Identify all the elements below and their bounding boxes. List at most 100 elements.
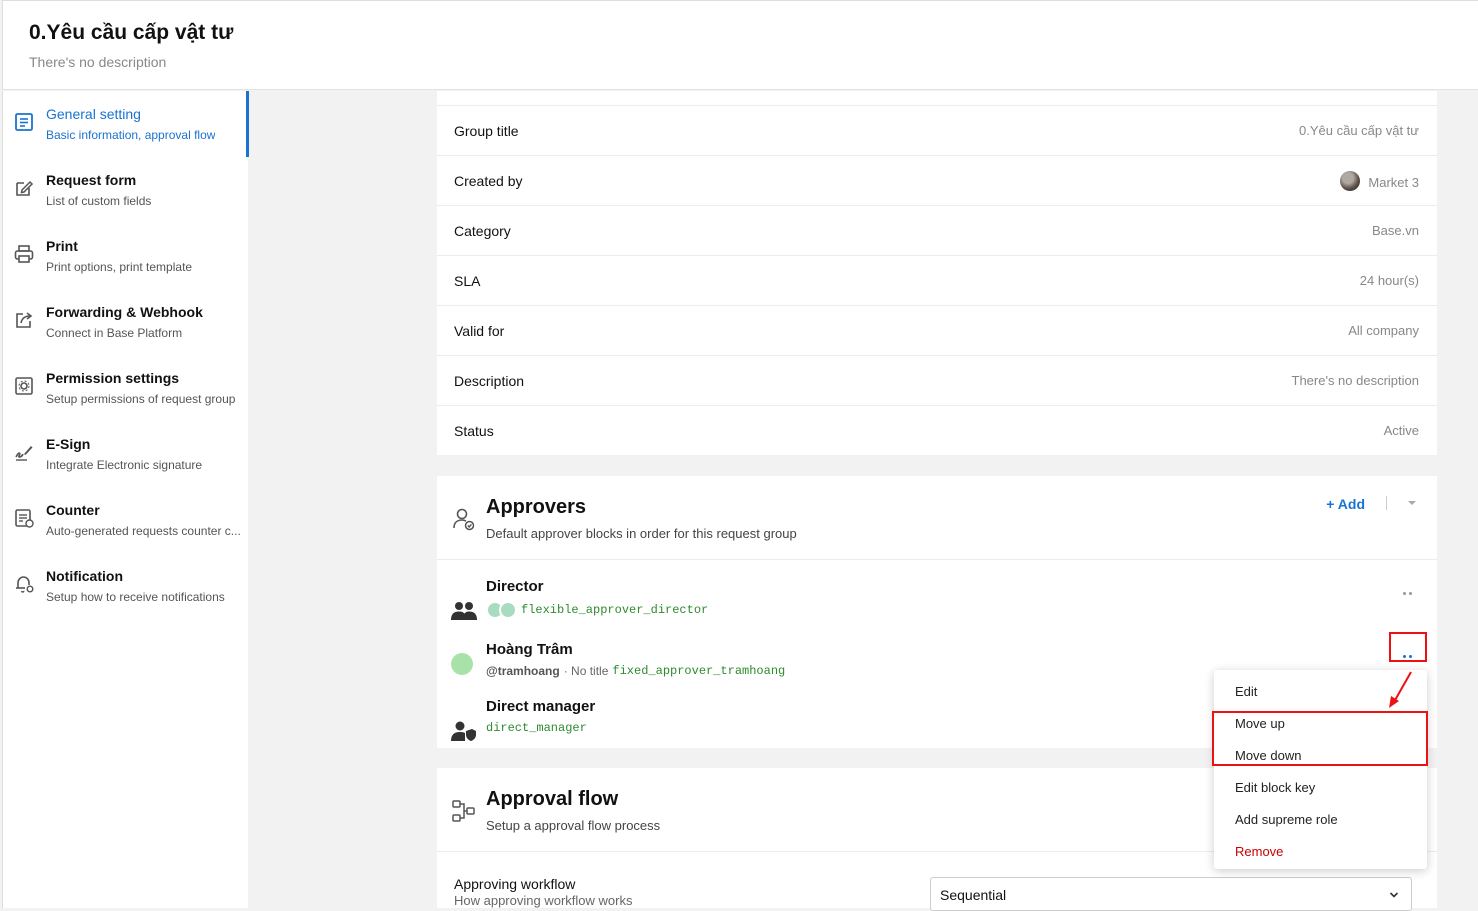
info-key: Created by [454,173,523,189]
workflow-sub: How approving workflow works [454,893,633,908]
page-header: 0.Yêu cầu cấp vật tư There's no descript… [2,0,1478,90]
info-key: Valid for [454,323,505,339]
menu-item-remove[interactable]: Remove [1235,844,1283,859]
info-value-text: 0.Yêu cầu cấp vật tư [1299,123,1419,138]
approver-meta: @tramhoang · No title fixed_approver_tra… [486,664,785,678]
block-key: direct_manager [486,721,587,735]
sidebar-item-request-form[interactable]: Request form List of custom fields [3,157,249,223]
sidebar-item-label: Permission settings [46,370,180,386]
document-icon [15,113,33,131]
page-description: There's no description [29,54,167,70]
user-check-icon [453,508,475,531]
menu-item-edit[interactable]: Edit [1235,684,1257,699]
workflow-select[interactable]: Sequential [930,877,1412,911]
avatar [451,653,473,675]
edit-icon [16,180,34,196]
sidebar-item-print[interactable]: Print Print options, print template [3,223,249,289]
sidebar-item-label: Print [46,238,78,254]
sidebar-item-sub: Auto-generated requests counter c... [46,524,241,538]
info-value: Base.vn [1372,223,1419,238]
info-value: Active [1384,423,1419,438]
printer-icon [14,245,34,263]
sidebar-item-label: Request form [46,172,137,188]
add-approver-button[interactable]: + Add [1326,496,1365,512]
sidebar-item-label: Notification [46,568,123,584]
approvers-header: Approvers Default approver blocks in ord… [437,476,1437,560]
sidebar: General setting Basic information, appro… [2,91,249,908]
info-row-sla: SLA 24 hour(s) [437,255,1437,305]
chevron-down-icon[interactable] [1407,498,1417,508]
info-value: Market 3 [1340,171,1419,191]
info-value: 24 hour(s) [1360,273,1419,288]
workflow-select-value: Sequential [940,887,1007,903]
info-key: SLA [454,273,481,289]
bell-icon [16,576,34,593]
approval-flow-title: Approval flow [486,788,619,810]
share-icon [16,312,33,328]
sidebar-item-notification[interactable]: Notification Setup how to receive notifi… [3,553,249,619]
signature-icon [15,446,33,461]
avatar [1340,171,1361,191]
approvers-title: Approvers [486,496,587,518]
sidebar-item-sub: Setup permissions of request group [46,392,236,406]
sidebar-item-label: General setting [46,106,141,122]
info-value: All company [1348,323,1419,338]
sidebar-item-e-sign[interactable]: E-Sign Integrate Electronic signature [3,421,249,487]
sidebar-item-permission-settings[interactable]: Permission settings Setup permissions of… [3,355,249,421]
counter-icon [15,509,34,528]
approver-name: Direct manager [486,698,596,715]
info-row-created-by: Created by Market 3 [437,155,1437,205]
info-key: Description [454,373,525,389]
menu-item-edit-block-key[interactable]: Edit block key [1235,780,1315,795]
info-value-text: There's no description [1291,373,1420,388]
sidebar-item-sub: Setup how to receive notifications [46,590,225,604]
info-value-text: Base.vn [1372,223,1419,238]
workflow-label: Approving workflow [454,876,576,892]
info-value-text: All company [1348,323,1419,338]
chevron-down-icon [1389,892,1399,898]
manager-icon [451,721,476,741]
add-button-label: Add [1337,496,1365,512]
sidebar-item-counter[interactable]: Counter Auto-generated requests counter … [3,487,249,553]
annotation-highlight [1389,632,1427,662]
divider [1386,496,1387,510]
menu-item-add-supreme-role[interactable]: Add supreme role [1235,812,1338,827]
info-row-description: Description There's no description [437,355,1437,405]
flow-icon [452,800,475,822]
block-key: fixed_approver_tramhoang [612,664,786,678]
info-value-text: 24 hour(s) [1359,273,1419,288]
sidebar-item-sub: Connect in Base Platform [46,326,183,340]
avatar [499,601,517,619]
more-options-button[interactable] [1397,586,1417,600]
approver-name: Director [486,578,544,595]
approver-item-director: Director flexible_approver_director [437,578,1437,634]
info-key: Category [454,223,511,239]
sidebar-item-sub: Basic information, approval flow [46,128,216,142]
info-value-text: Market 3 [1368,174,1419,190]
info-value: There's no description [1292,373,1420,388]
group-icon [451,602,477,620]
sidebar-item-general-setting[interactable]: General setting Basic information, appro… [3,91,249,157]
info-key: Group title [454,123,519,139]
info-key: Status [454,423,494,439]
sidebar-item-forwarding-webhook[interactable]: Forwarding & Webhook Connect in Base Pla… [3,289,249,355]
sidebar-item-sub: Integrate Electronic signature [46,458,203,472]
info-row-group-title: Group title 0.Yêu cầu cấp vật tư [437,105,1437,155]
sidebar-item-sub: Print options, print template [46,260,193,274]
sidebar-item-label: Forwarding & Webhook [46,304,203,320]
approver-meta: direct_manager [486,721,587,735]
info-value-text: Active [1383,423,1419,438]
approver-handle: @tramhoang [486,664,560,678]
approver-meta: flexible_approver_director [486,601,708,619]
annotation-highlight [1212,711,1428,766]
sidebar-item-label: E-Sign [46,436,91,452]
sidebar-item-sub: List of custom fields [46,194,152,208]
approver-title-note: · No title [563,664,609,678]
info-value: 0.Yêu cầu cấp vật tư [1299,123,1419,138]
approval-flow-subtitle: Setup a approval flow process [486,818,661,833]
info-row-category: Category Base.vn [437,205,1437,255]
page-title: 0.Yêu cầu cấp vật tư [29,21,234,44]
annotation-arrow-icon [1389,671,1412,708]
approver-name: Hoàng Trâm [486,641,573,658]
general-info-card: Group title 0.Yêu cầu cấp vật tư Created… [437,91,1437,455]
